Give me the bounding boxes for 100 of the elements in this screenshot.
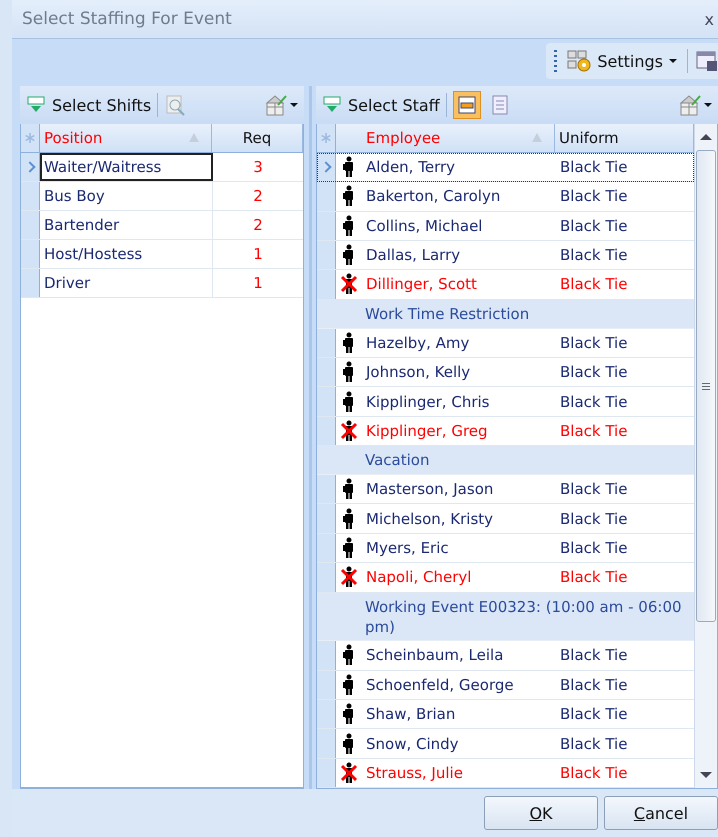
group-icon [456,95,477,115]
vertical-scrollbar[interactable] [694,124,717,788]
person-icon [343,644,355,666]
table-cell-text: Michelson, Kristy [365,508,494,530]
person-icon [343,214,355,237]
table-cell-text: Napoli, Cheryl [365,567,472,588]
table-cell-text: Schoenfeld, George [365,674,515,696]
staff-row[interactable]: Bakerton, Carolyn Black Tie [317,182,694,212]
shift-row[interactable]: Host/Hostess 1 [21,240,303,269]
table-cell-text: Black Tie [559,508,628,530]
shift-row[interactable]: Waiter/Waitress 3 [21,153,303,182]
group-view-button[interactable] [452,91,481,119]
staff-row[interactable]: Shaw, Brian Black Tie [317,700,694,730]
grip-icon [554,50,558,72]
settings-button[interactable]: Settings [563,49,681,73]
table-cell: Bartender [40,211,213,239]
filter-icon [322,96,342,114]
table-cell-text: Black Tie [559,538,628,559]
shift-row[interactable]: Bus Boy 2 [21,182,303,211]
table-cell-text: 2 [252,215,264,236]
staff-row[interactable]: Scheinbaum, Leila Black Tie [317,641,694,671]
table-cell-text: Kipplinger, Chris [365,392,490,413]
staff-row[interactable]: Myers, Eric Black Tie [317,534,694,564]
table-cell-text: Dallas, Larry [365,245,462,266]
table-cell-text: Black Tie [559,362,628,384]
shift-row[interactable]: Bartender 2 [21,211,303,240]
table-cell-text: Myers, Eric [365,538,450,559]
staff-row[interactable]: Masterson, Jason Black Tie [317,475,694,504]
staff-row[interactable]: Michelson, Kristy Black Tie [317,504,694,534]
column-header[interactable]: Req [212,124,303,152]
table-cell-text: Strauss, Julie [365,762,464,784]
table-cell-text: 2 [252,186,264,207]
unavailable-person-icon [340,273,358,296]
grid-options-button[interactable] [678,93,712,117]
table-cell-text: Scheinbaum, Leila [365,645,504,666]
group-row[interactable]: Work Time Restriction [317,300,694,329]
staff-row[interactable]: Alden, Terry Black Tie [317,152,694,182]
staff-row[interactable]: Snow, Cindy Black Tie [317,729,694,759]
caret-icon [669,59,677,63]
group-label: Working Event E00323: (10:00 am - 06:00 pm) [364,596,683,638]
table-cell-text: Collins, Michael [365,216,484,237]
gear-icon [567,49,594,73]
table-cell-text: Dillinger, Scott [365,274,478,296]
close-button[interactable]: x [700,10,718,28]
table-cell-text: Black Tie [559,216,628,237]
new-row-icon [321,132,331,143]
table-cell-text: Black Tie [559,734,628,755]
unavailable-person-icon [340,566,358,588]
table-cell: Host/Hostess [40,240,213,268]
grid-options-button[interactable] [264,93,298,117]
table-cell-text: Bakerton, Carolyn [365,186,502,208]
table-cell-text: 1 [252,244,264,265]
person-icon [343,732,355,755]
person-icon [343,390,355,413]
table-cell-text: Black Tie [559,245,628,266]
group-row[interactable]: Working Event E00323: (10:00 am - 06:00 pm) [317,592,694,642]
table-cell-text: Alden, Terry [365,157,456,178]
dialog-button[interactable]: OK [484,796,598,830]
table-cell-text: Black Tie [559,274,628,296]
window-icon [696,50,718,72]
person-icon [343,156,355,178]
person-icon [343,361,355,384]
staff-row[interactable]: Strauss, Julie Black Tie [317,758,694,788]
unavailable-person-icon [340,762,358,784]
person-icon [343,674,355,696]
staff-row[interactable]: Kipplinger, Chris Black Tie [317,387,694,417]
table-cell-text: Black Tie [559,420,628,442]
table-cell-text: Black Tie [559,332,628,354]
dialog-button[interactable]: Cancel [604,796,718,830]
shift-row[interactable]: Driver 1 [21,269,303,298]
table-cell: Driver [40,269,213,297]
table-cell-text: Black Tie [559,567,628,588]
table-cell-text: Black Tie [559,157,628,178]
table-cell: Waiter/Waitress [40,153,213,181]
table-cell-text: Black Tie [559,186,628,208]
table-cell-text: Black Tie [559,762,628,784]
save-layout-button[interactable] [694,50,718,72]
person-icon [343,185,355,208]
table-cell-text: Snow, Cindy [365,734,460,755]
person-icon [343,536,355,559]
panel-title: Select Shifts [52,96,152,114]
staff-row[interactable]: Schoenfeld, George Black Tie [317,670,694,700]
group-row[interactable]: Vacation [317,446,694,476]
person-icon [343,332,355,354]
staff-row[interactable]: Dallas, Larry Black Tie [317,240,694,270]
table-cell-text: 3 [252,157,264,178]
unavailable-person-icon [340,420,358,442]
window-title: Select Staffing For Event [22,9,232,29]
staff-row[interactable]: Collins, Michael Black Tie [317,212,694,241]
staff-row[interactable]: Hazelby, Amy Black Tie [317,328,694,358]
table-cell-text: Johnson, Kelly [364,362,472,384]
group-label: Work Time Restriction [364,304,530,325]
filter-icon [26,96,46,114]
table-cell-text: Masterson, Jason [365,479,494,500]
table-cell: Bus Boy [40,182,213,210]
staff-row[interactable]: Johnson, Kelly Black Tie [317,358,694,388]
sort-icon [532,133,542,142]
list-icon [490,95,510,115]
person-icon [343,508,355,530]
person-icon [343,703,355,726]
